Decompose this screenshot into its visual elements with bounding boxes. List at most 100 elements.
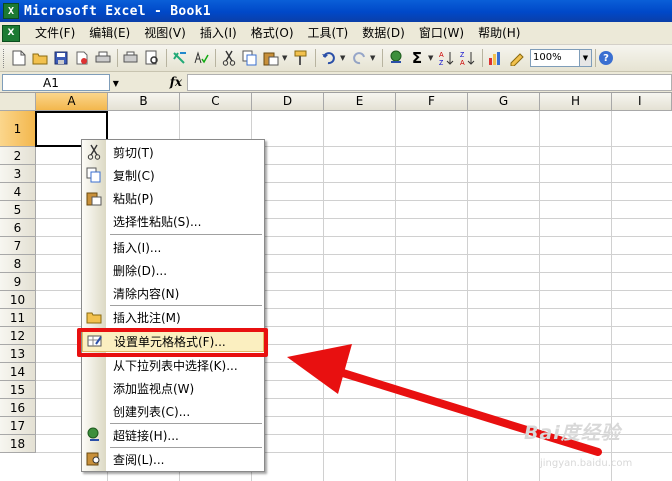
column-header-d[interactable]: D <box>252 93 324 111</box>
undo-icon[interactable] <box>319 48 339 68</box>
column-header-c[interactable]: C <box>180 93 252 111</box>
name-box-value: A1 <box>43 75 59 90</box>
menu-data[interactable]: 数据(D) <box>355 23 412 43</box>
copy-icon[interactable] <box>240 48 260 68</box>
spelling-icon[interactable] <box>142 48 162 68</box>
menu-insert[interactable]: 插入(I) <box>193 23 244 43</box>
toolbar-separator <box>117 49 118 67</box>
autosum-icon[interactable]: Σ <box>407 48 427 68</box>
workbook-icon[interactable]: X <box>2 24 20 42</box>
menu-item-hyperlink[interactable]: 超链接(H)... <box>82 424 264 446</box>
row-header-5[interactable]: 5 <box>0 201 36 219</box>
new-icon[interactable] <box>9 48 29 68</box>
menu-item-create-list[interactable]: 创建列表(C)... <box>82 400 264 422</box>
svg-text:A: A <box>439 52 444 59</box>
row-header-1[interactable]: 1 <box>0 111 36 147</box>
undo-dropdown-arrow[interactable]: ▼ <box>340 54 347 62</box>
menu-item-label: 剪切(T) <box>113 145 154 160</box>
paste-options-arrow[interactable]: ▼ <box>282 54 289 62</box>
row-header-10[interactable]: 10 <box>0 291 36 309</box>
menu-item-add-watch[interactable]: 添加监视点(W) <box>82 377 264 399</box>
sort-asc-icon[interactable]: AZ <box>437 48 457 68</box>
print-preview-icon[interactable] <box>121 48 141 68</box>
toolbar-separator <box>315 49 316 67</box>
row-header-17[interactable]: 17 <box>0 417 36 435</box>
row-header-16[interactable]: 16 <box>0 399 36 417</box>
row-header-8[interactable]: 8 <box>0 255 36 273</box>
insert-function-icon[interactable]: fx <box>170 75 182 89</box>
gridline <box>467 111 468 481</box>
menu-item-insert-comment[interactable]: 插入批注(M) <box>82 306 264 328</box>
menu-edit[interactable]: 编辑(E) <box>82 23 137 43</box>
autosum-dropdown-arrow[interactable]: ▼ <box>428 54 435 62</box>
zoom-select[interactable]: 100% <box>530 49 580 67</box>
drawing-icon[interactable] <box>507 48 527 68</box>
title-bar: X Microsoft Excel - Book1 <box>0 0 672 22</box>
menu-item-label: 添加监视点(W) <box>113 381 195 396</box>
column-header-a[interactable]: A <box>36 93 108 111</box>
menu-item-paste[interactable]: 粘贴(P) <box>82 187 264 209</box>
row-header-11[interactable]: 11 <box>0 309 36 327</box>
row-header-4[interactable]: 4 <box>0 183 36 201</box>
row-header-15[interactable]: 15 <box>0 381 36 399</box>
menu-item-delete[interactable]: 删除(D)... <box>82 259 264 281</box>
row-header-12[interactable]: 12 <box>0 327 36 345</box>
toolbar-separator <box>482 49 483 67</box>
help-icon[interactable]: ? <box>599 51 613 65</box>
context-menu: 剪切(T) 复制(C) 粘贴(P) 选择性粘贴(S)... 插入(I)... 删… <box>81 139 265 472</box>
menu-item-lookup[interactable]: 查阅(L)... <box>82 448 264 470</box>
column-header-i[interactable]: I <box>612 93 672 111</box>
menu-tools[interactable]: 工具(T) <box>301 23 356 43</box>
menu-item-insert[interactable]: 插入(I)... <box>82 236 264 258</box>
zoom-dropdown-arrow[interactable]: ▼ <box>580 49 592 67</box>
redo-dropdown-arrow[interactable]: ▼ <box>370 54 377 62</box>
row-header-2[interactable]: 2 <box>0 147 36 165</box>
column-header-e[interactable]: E <box>324 93 396 111</box>
menu-window[interactable]: 窗口(W) <box>412 23 471 43</box>
row-header-14[interactable]: 14 <box>0 363 36 381</box>
redo-icon[interactable] <box>349 48 369 68</box>
menu-item-label: 复制(C) <box>113 168 155 183</box>
chart-icon[interactable] <box>486 48 506 68</box>
spelling-check-icon[interactable] <box>191 48 211 68</box>
excel-logo-icon: X <box>3 3 19 19</box>
paste-icon[interactable] <box>261 48 281 68</box>
menu-view[interactable]: 视图(V) <box>137 23 193 43</box>
permission-icon[interactable] <box>72 48 92 68</box>
row-header-3[interactable]: 3 <box>0 165 36 183</box>
hyperlink-icon[interactable] <box>386 48 406 68</box>
cut-icon[interactable] <box>219 48 239 68</box>
menu-format[interactable]: 格式(O) <box>244 23 301 43</box>
column-header-h[interactable]: H <box>540 93 612 111</box>
column-header-b[interactable]: B <box>108 93 180 111</box>
menu-file[interactable]: 文件(F) <box>28 23 82 43</box>
row-header-13[interactable]: 13 <box>0 345 36 363</box>
toolbar-grip[interactable] <box>3 48 6 68</box>
name-box[interactable]: A1 ▼ <box>2 73 119 91</box>
print-icon[interactable] <box>93 48 113 68</box>
research-icon[interactable] <box>170 48 190 68</box>
save-icon[interactable] <box>51 48 71 68</box>
format-painter-icon[interactable] <box>291 48 311 68</box>
menu-item-label: 清除内容(N) <box>113 286 180 301</box>
row-header-7[interactable]: 7 <box>0 237 36 255</box>
name-box-dropdown-arrow[interactable]: ▼ <box>109 75 123 92</box>
row-header-9[interactable]: 9 <box>0 273 36 291</box>
svg-text:Z: Z <box>439 60 444 66</box>
formula-input[interactable] <box>187 73 672 91</box>
menu-item-label: 粘贴(P) <box>113 191 154 206</box>
column-header-g[interactable]: G <box>468 93 540 111</box>
menu-item-paste-special[interactable]: 选择性粘贴(S)... <box>82 210 264 232</box>
row-header-18[interactable]: 18 <box>0 435 36 453</box>
open-icon[interactable] <box>30 48 50 68</box>
menu-item-clear-contents[interactable]: 清除内容(N) <box>82 282 264 304</box>
column-header-f[interactable]: F <box>396 93 468 111</box>
watermark-url: jingyan.baidu.com <box>540 458 633 469</box>
row-header-6[interactable]: 6 <box>0 219 36 237</box>
menu-help[interactable]: 帮助(H) <box>471 23 527 43</box>
select-all-corner[interactable] <box>0 93 36 111</box>
sort-desc-icon[interactable]: ZA <box>458 48 478 68</box>
menu-item-cut[interactable]: 剪切(T) <box>82 141 264 163</box>
menu-item-pick-from-list[interactable]: 从下拉列表中选择(K)... <box>82 354 264 376</box>
menu-item-copy[interactable]: 复制(C) <box>82 164 264 186</box>
